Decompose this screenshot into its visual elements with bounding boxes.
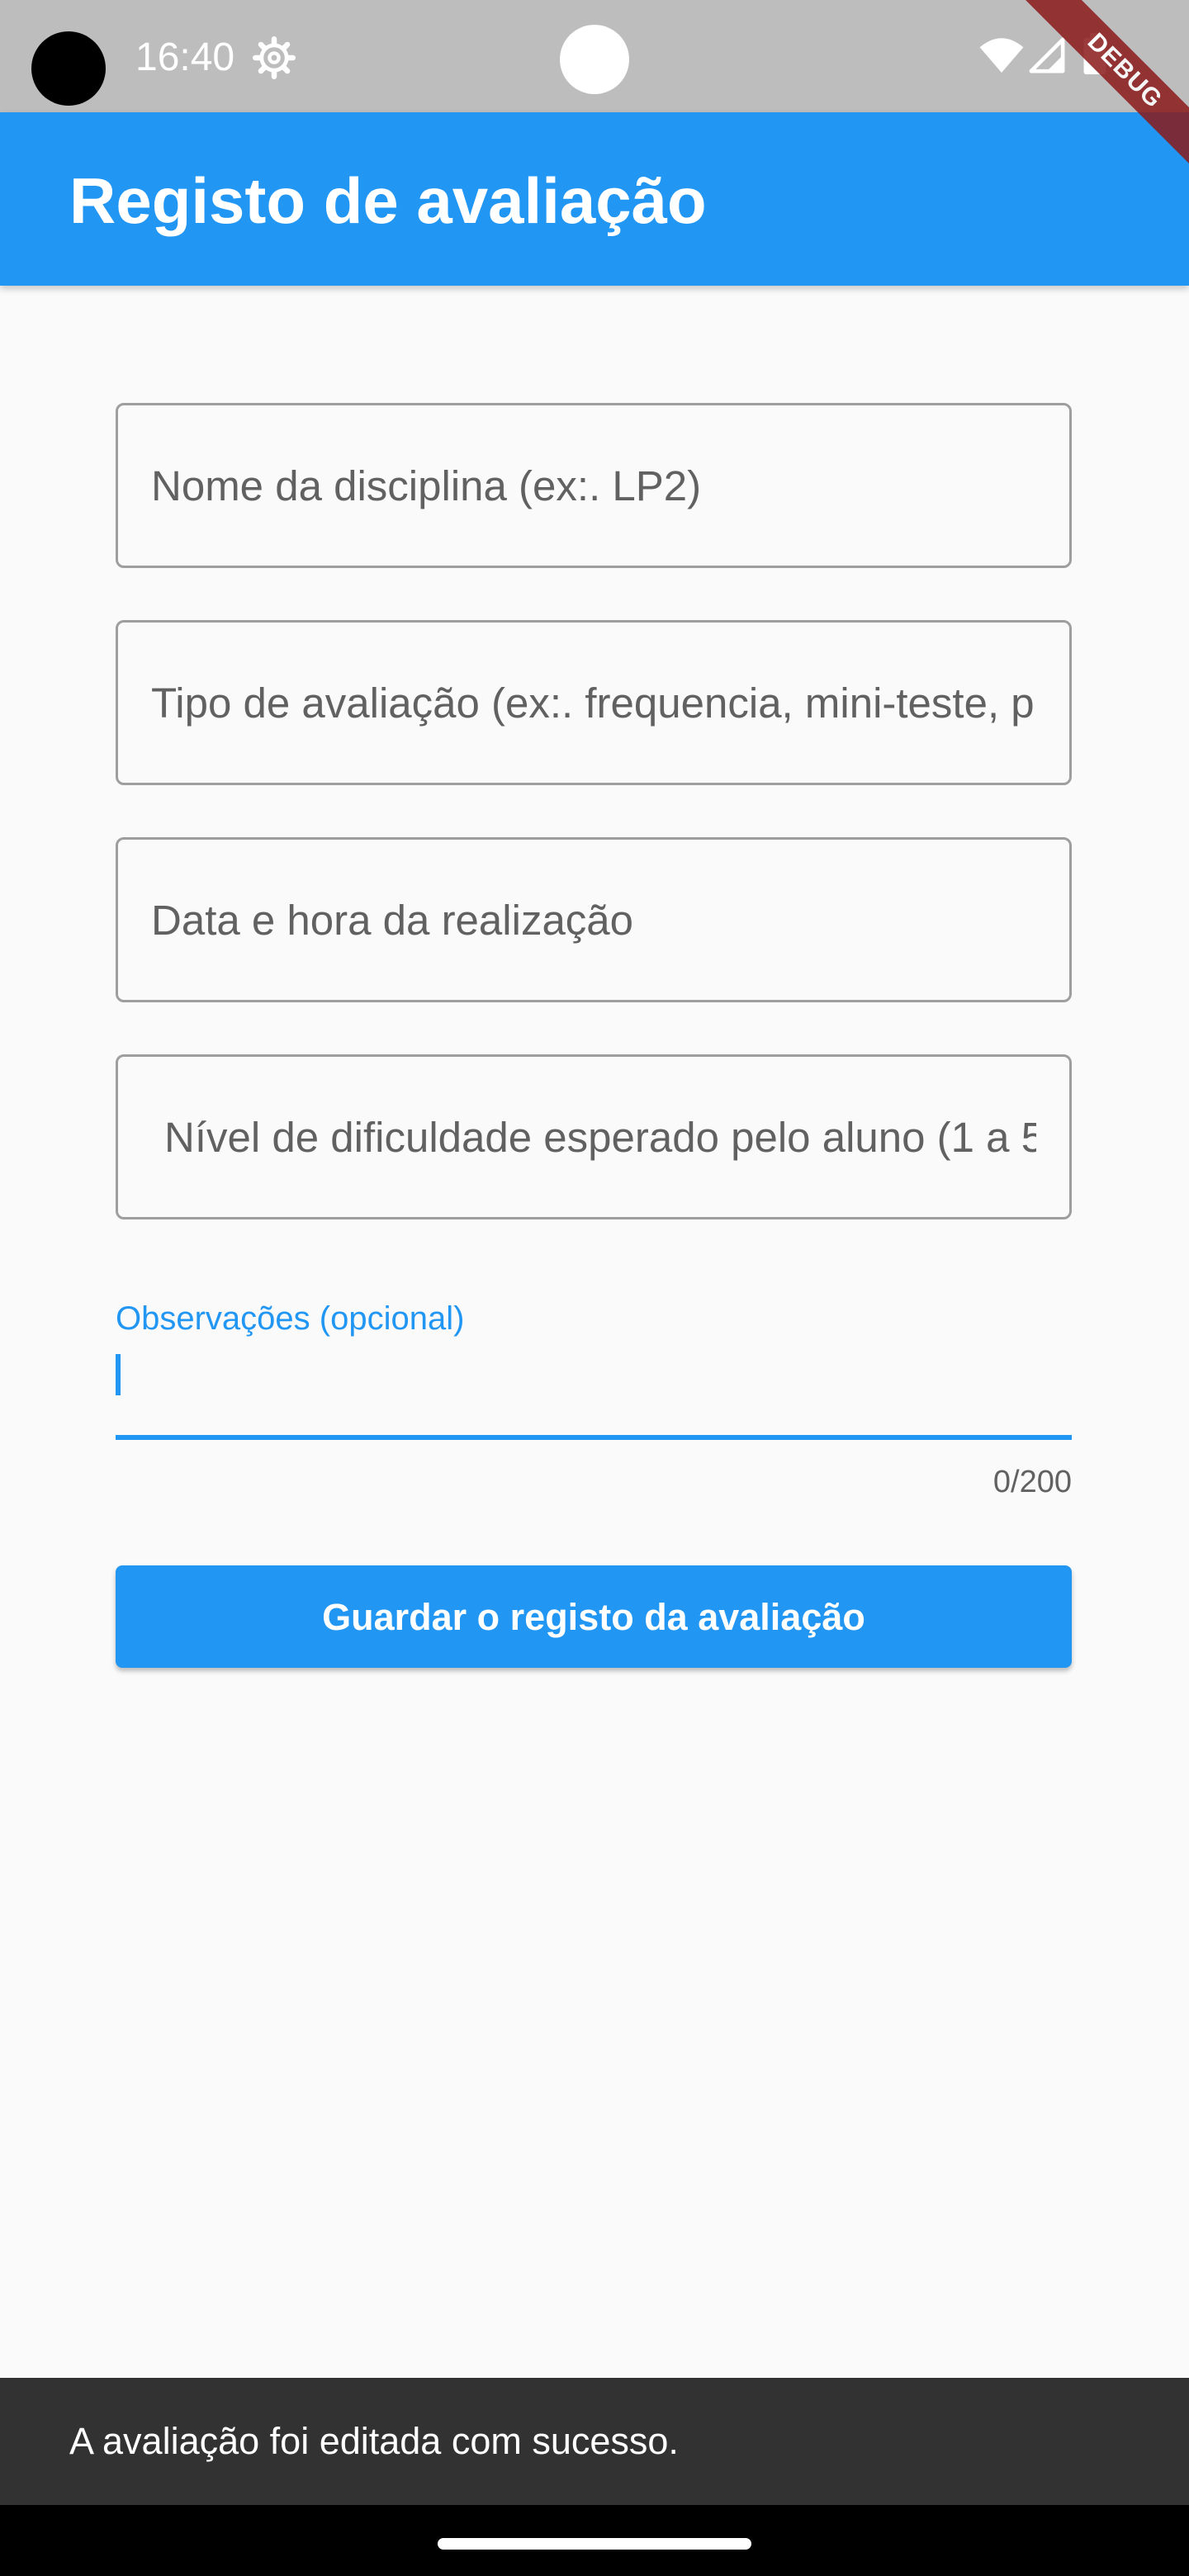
debug-banner-label: DEBUG [1011, 0, 1189, 182]
notification-dot [560, 25, 629, 94]
evaluation-type-placeholder: Tipo de avaliação (ex:. frequencia, mini… [151, 679, 1036, 727]
difficulty-level-field[interactable]: Nível de dificuldade esperado pelo aluno… [116, 1054, 1072, 1219]
text-cursor [116, 1354, 121, 1395]
observations-char-counter: 0/200 [992, 1465, 1072, 1499]
evaluation-type-field[interactable]: Tipo de avaliação (ex:. frequencia, mini… [116, 620, 1072, 785]
system-navigation-bar [0, 2505, 1189, 2576]
discipline-name-field[interactable]: Nome da disciplina (ex:. LP2) [116, 403, 1072, 568]
front-camera [31, 31, 106, 106]
date-time-placeholder: Data e hora da realização [151, 896, 634, 944]
settings-gear-icon [253, 36, 296, 79]
snackbar: A avaliação foi editada com sucesso. [0, 2378, 1189, 2505]
page-title: Registo de avaliação [69, 164, 707, 237]
save-evaluation-button[interactable]: Guardar o registo da avaliação [116, 1565, 1072, 1668]
home-indicator[interactable] [438, 2538, 751, 2550]
discipline-name-placeholder: Nome da disciplina (ex:. LP2) [151, 462, 702, 509]
date-time-field[interactable]: Data e hora da realização [116, 837, 1072, 1002]
difficulty-level-placeholder: Nível de dificuldade esperado pelo aluno… [164, 1113, 1036, 1161]
observations-input[interactable] [116, 1346, 1072, 1442]
debug-banner: DEBUG [1007, 0, 1189, 182]
status-time: 16:40 [135, 36, 235, 79]
observations-underline [116, 1435, 1072, 1440]
snackbar-message: A avaliação foi editada com sucesso. [69, 2420, 679, 2462]
observations-label: Observações (opcional) [116, 1300, 465, 1337]
